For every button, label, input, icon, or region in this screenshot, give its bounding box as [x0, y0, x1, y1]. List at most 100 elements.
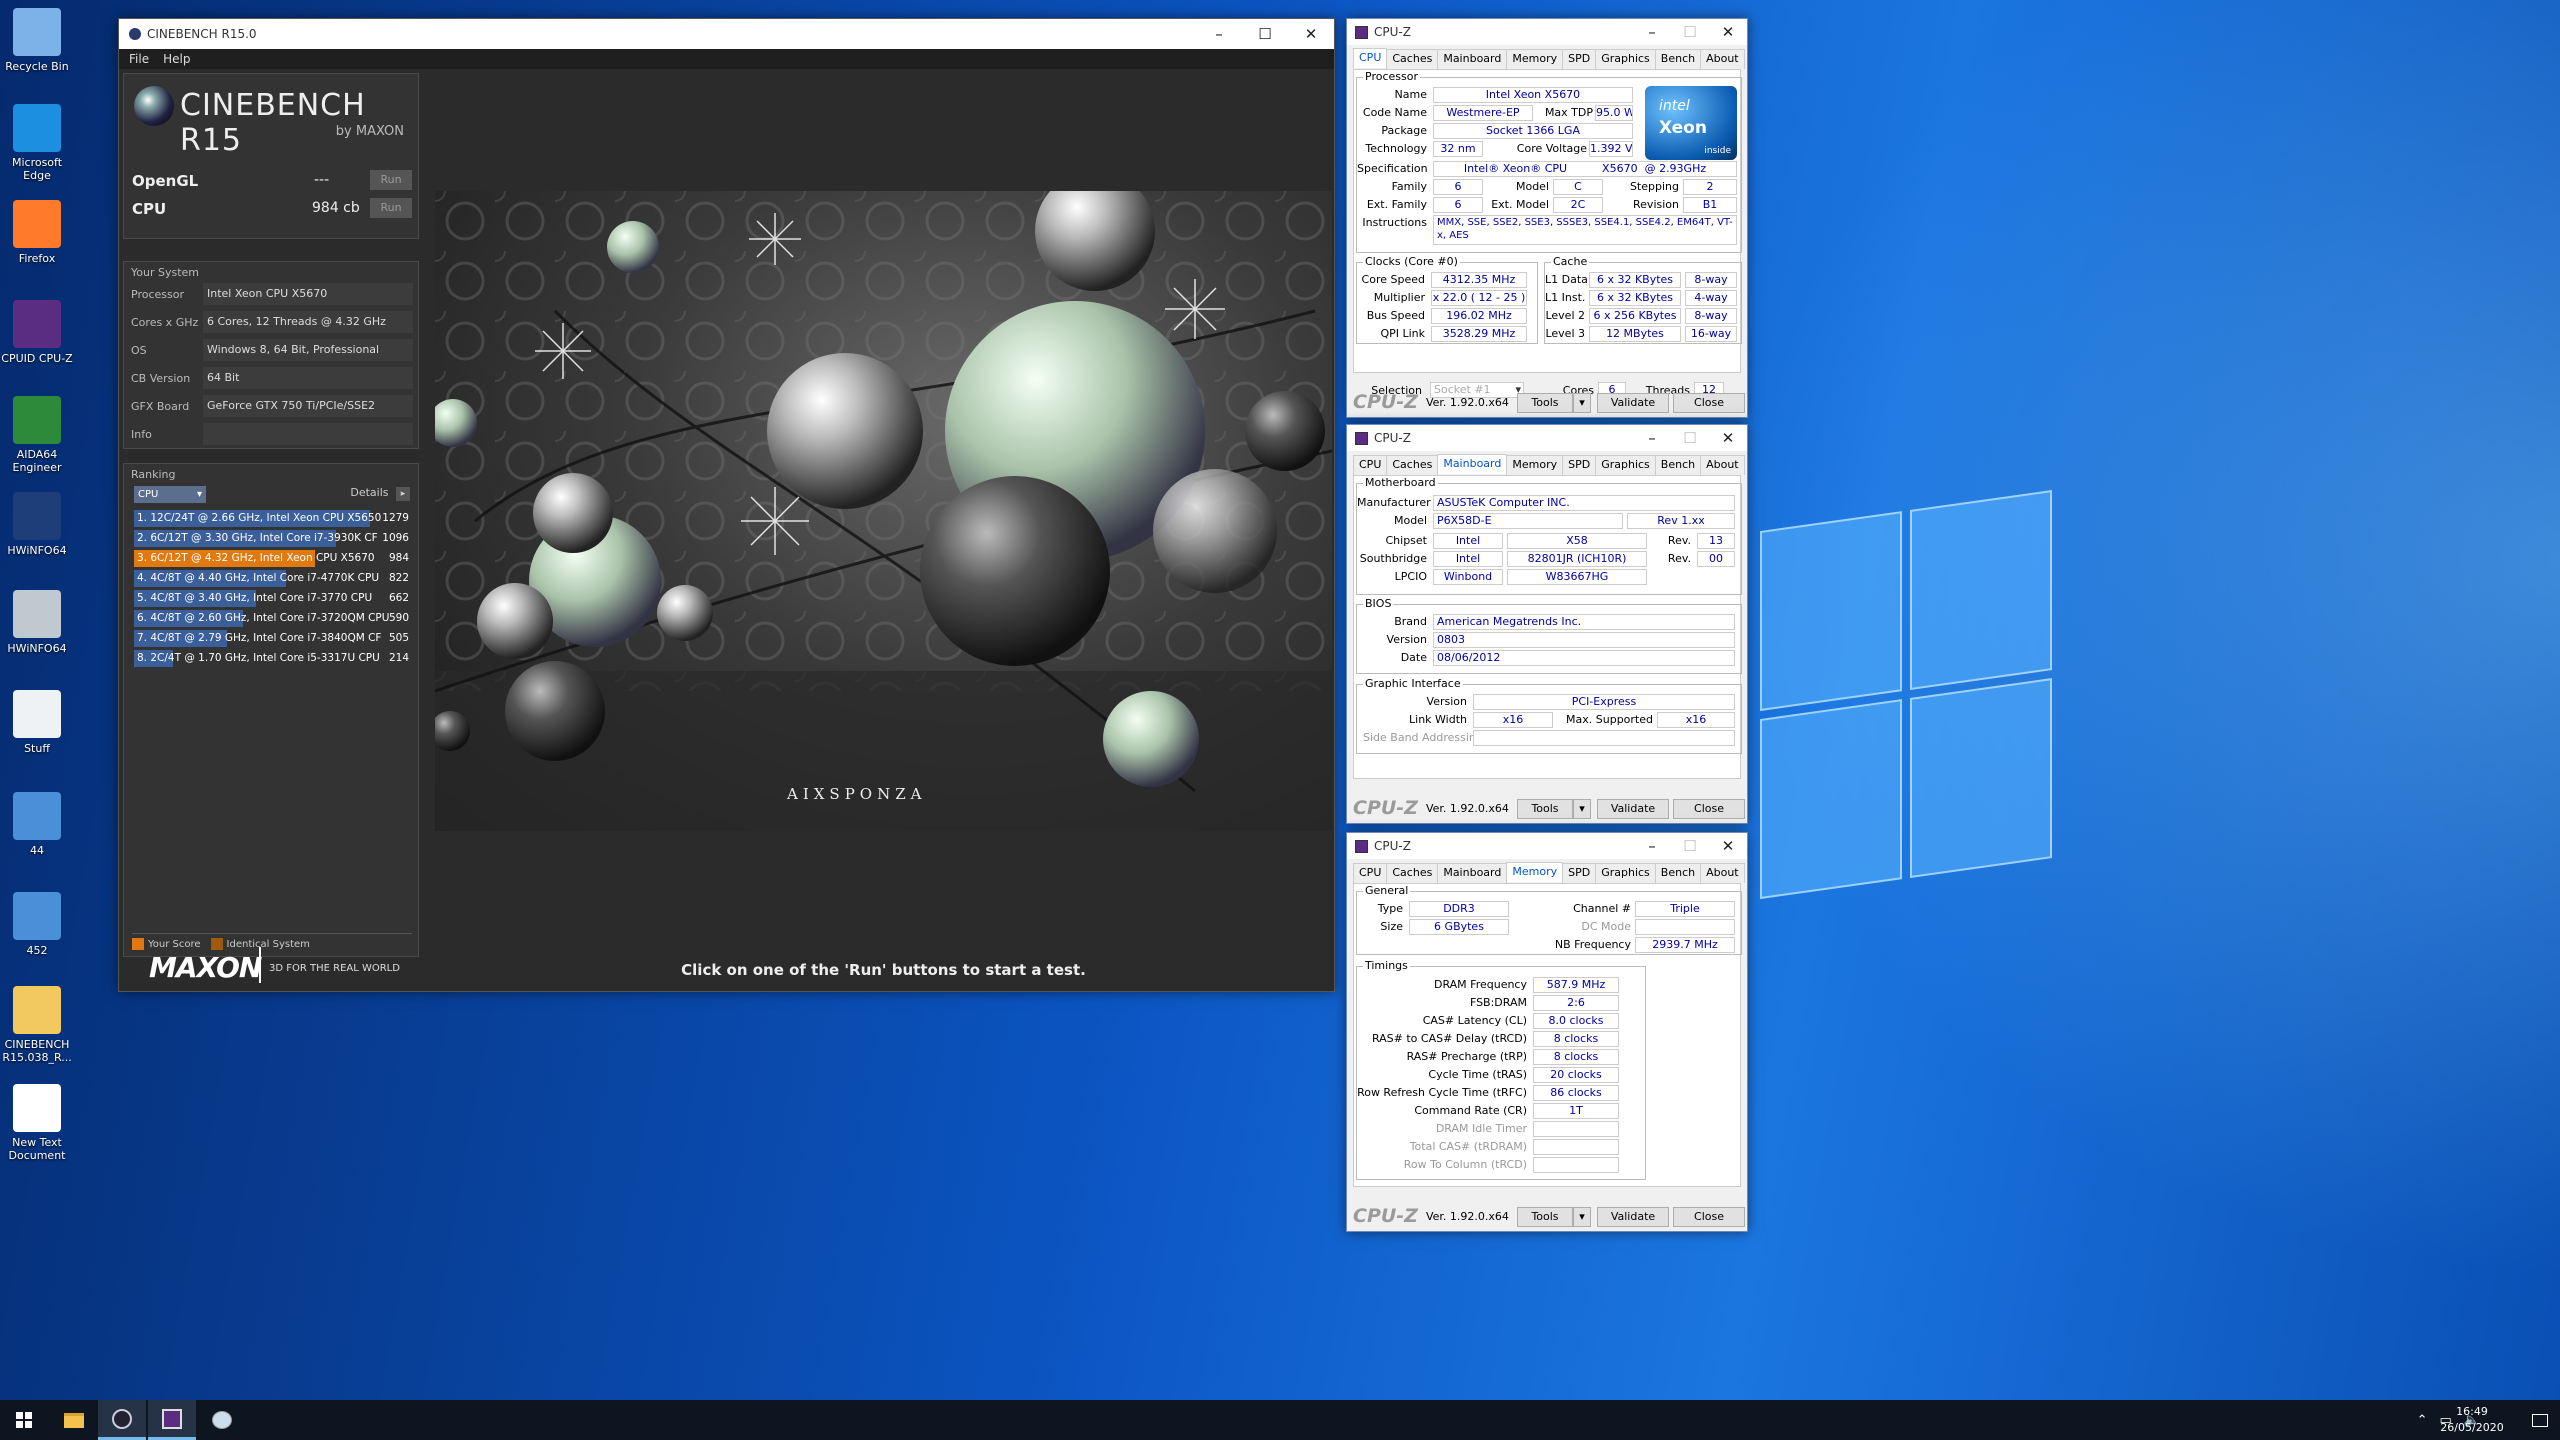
tab-about[interactable]: About [1700, 863, 1745, 883]
bus-speed-value: 196.02 MHz [1431, 308, 1527, 324]
maximize-icon[interactable]: ☐ [1671, 19, 1709, 45]
ranking-row[interactable]: 1. 12C/24T @ 2.66 GHz, Intel Xeon CPU X5… [134, 510, 413, 527]
tab-graphics[interactable]: Graphics [1595, 49, 1656, 69]
tab-caches[interactable]: Caches [1386, 455, 1439, 475]
menu-help[interactable]: Help [163, 52, 190, 66]
chipset-vendor: Intel [1433, 533, 1503, 549]
desktop-icon[interactable]: HWiNFO64 [0, 492, 74, 557]
close-icon[interactable]: ✕ [1709, 19, 1747, 45]
desktop-icon[interactable]: Recycle Bin [0, 8, 74, 73]
tab-bench[interactable]: Bench [1654, 49, 1702, 69]
ranking-row[interactable]: 6. 4C/8T @ 2.60 GHz, Intel Core i7-3720Q… [134, 610, 413, 627]
desktop-icon[interactable]: CINEBENCH R15.038_R... [0, 986, 74, 1064]
app-taskbar[interactable] [198, 1400, 246, 1440]
close-icon[interactable]: ✕ [1288, 19, 1334, 49]
action-center-button[interactable] [2520, 1400, 2560, 1440]
close-icon[interactable]: ✕ [1709, 425, 1747, 451]
maximize-icon[interactable]: ☐ [1671, 833, 1709, 859]
validate-button[interactable]: Validate [1597, 799, 1669, 819]
cpuz-app-icon [1355, 839, 1368, 853]
tab-about[interactable]: About [1700, 455, 1745, 475]
desktop-icon[interactable]: HWiNFO64 [0, 590, 74, 655]
tools-button[interactable]: Tools [1517, 393, 1573, 413]
tab-mainboard[interactable]: Mainboard [1437, 454, 1508, 474]
validate-button[interactable]: Validate [1597, 1207, 1669, 1227]
start-button[interactable] [0, 1400, 48, 1440]
chevron-up-icon[interactable]: ⌃ [2417, 1413, 2428, 1428]
tools-dropdown-icon[interactable]: ▾ [1573, 1207, 1591, 1227]
ranking-row[interactable]: 4. 4C/8T @ 4.40 GHz, Intel Core i7-4770K… [134, 570, 413, 587]
tab-graphics[interactable]: Graphics [1595, 455, 1656, 475]
tab-graphics[interactable]: Graphics [1595, 863, 1656, 883]
validate-button[interactable]: Validate [1597, 393, 1669, 413]
tools-dropdown-icon[interactable]: ▾ [1573, 393, 1591, 413]
tab-caches[interactable]: Caches [1386, 49, 1439, 69]
opengl-run-button[interactable]: Run [370, 170, 412, 190]
tab-spd[interactable]: SPD [1562, 49, 1597, 69]
tab-spd[interactable]: SPD [1562, 455, 1597, 475]
timing-label: Cycle Time (tRAS) [1428, 1068, 1527, 1081]
graphic-interface-legend: Graphic Interface [1363, 677, 1463, 690]
desktop-icon[interactable]: 44 [0, 792, 74, 857]
ranking-row[interactable]: 2. 6C/12T @ 3.30 GHz, Intel Core i7-3930… [134, 530, 413, 547]
cpu-run-button[interactable]: Run [370, 198, 412, 218]
desktop-icon[interactable]: 452 [0, 892, 74, 957]
desktop-icon[interactable]: CPUID CPU-Z [0, 300, 74, 365]
desktop-icon[interactable]: AIDA64 Engineer [0, 396, 74, 474]
cpuz-taskbar[interactable] [148, 1400, 196, 1440]
tab-mainboard[interactable]: Mainboard [1437, 49, 1508, 69]
close-button[interactable]: Close [1673, 393, 1745, 413]
folder-icon [64, 1412, 84, 1428]
ranking-row[interactable]: 8. 2C/4T @ 1.70 GHz, Intel Core i5-3317U… [134, 650, 413, 667]
extmodel-label: Ext. Model [1491, 198, 1549, 211]
tab-spd[interactable]: SPD [1562, 863, 1597, 883]
dcmode-label: DC Mode [1581, 920, 1631, 933]
close-icon[interactable]: ✕ [1709, 833, 1747, 859]
ranking-filter-select[interactable]: CPU ▾ [134, 486, 206, 503]
tab-memory[interactable]: Memory [1506, 455, 1564, 475]
tools-dropdown-icon[interactable]: ▾ [1573, 799, 1591, 819]
system-row: Processor Intel Xeon CPU X5670 [131, 282, 413, 306]
tools-button[interactable]: Tools [1517, 1207, 1573, 1227]
tab-memory[interactable]: Memory [1506, 49, 1564, 69]
system-row: OS Windows 8, 64 Bit, Professional Editio… [131, 338, 413, 378]
model-value: C [1553, 179, 1603, 195]
channel-value: Triple [1635, 901, 1735, 917]
maximize-icon[interactable]: ☐ [1671, 425, 1709, 451]
maximize-icon[interactable]: ☐ [1242, 19, 1288, 49]
lpcio-vendor: Winbond [1433, 569, 1503, 585]
minimize-icon[interactable]: – [1633, 833, 1671, 859]
tab-cpu[interactable]: CPU [1353, 48, 1388, 68]
tab-bench[interactable]: Bench [1654, 455, 1702, 475]
ranking-row[interactable]: 7. 4C/8T @ 2.79 GHz, Intel Core i7-3840Q… [134, 630, 413, 647]
tab-memory[interactable]: Memory [1506, 862, 1564, 882]
desktop-icon[interactable]: Firefox [0, 200, 74, 265]
ranking-row[interactable]: 5. 4C/8T @ 3.40 GHz, Intel Core i7-3770 … [134, 590, 413, 607]
minimize-icon[interactable]: – [1633, 425, 1671, 451]
tab-caches[interactable]: Caches [1386, 863, 1439, 883]
close-button[interactable]: Close [1673, 799, 1745, 819]
ranking-row[interactable]: 3. 6C/12T @ 4.32 GHz, Intel Xeon CPU X56… [134, 550, 413, 567]
tab-bench[interactable]: Bench [1654, 863, 1702, 883]
cinebench-taskbar[interactable] [98, 1400, 146, 1440]
menu-file[interactable]: File [129, 52, 149, 66]
minimize-icon[interactable]: – [1196, 19, 1242, 49]
desktop-icon[interactable]: Stuff [0, 690, 74, 755]
tab-cpu[interactable]: CPU [1353, 863, 1388, 883]
tab-mainboard[interactable]: Mainboard [1437, 863, 1508, 883]
tools-button[interactable]: Tools [1517, 799, 1573, 819]
cinebench-titlebar[interactable]: CINEBENCH R15.0 [119, 19, 1334, 49]
model-label: Model [1515, 180, 1549, 193]
tab-about[interactable]: About [1700, 49, 1745, 69]
close-button[interactable]: Close [1673, 1207, 1745, 1227]
file-explorer-taskbar[interactable] [50, 1400, 98, 1440]
details-button[interactable]: Details ▸ [350, 486, 410, 501]
tab-cpu[interactable]: CPU [1353, 455, 1388, 475]
desktop-icon[interactable]: New Text Document [0, 1084, 74, 1162]
minimize-icon[interactable]: – [1633, 19, 1671, 45]
render-viewport: AIXSPONZA [435, 191, 1332, 831]
clock-time: 16:49 [2456, 1405, 2488, 1418]
desktop-icon[interactable]: Microsoft Edge [0, 104, 74, 182]
system-value[interactable] [203, 423, 413, 445]
clock[interactable]: 16:49 26/05/2020 [2432, 1404, 2512, 1436]
